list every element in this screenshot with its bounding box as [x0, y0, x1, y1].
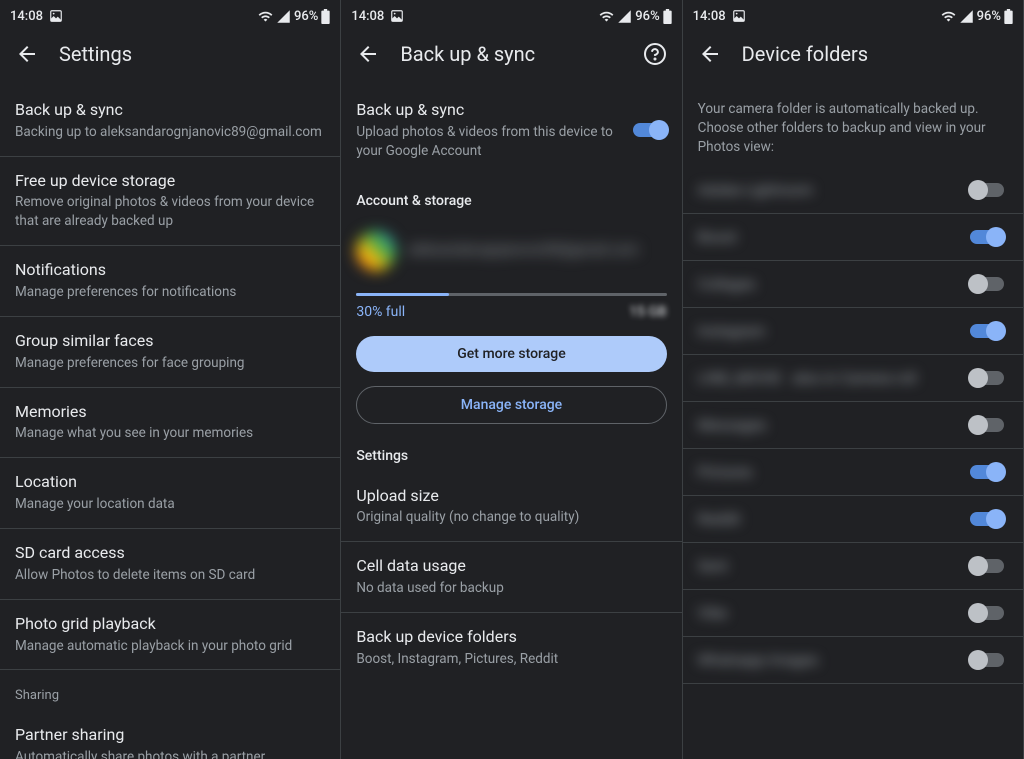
- status-bar: 14:08 96%: [683, 0, 1023, 28]
- wifi-icon: [599, 9, 614, 24]
- folder-item[interactable]: Adobe Lightroom: [683, 167, 1023, 214]
- folder-toggle[interactable]: [970, 324, 1004, 338]
- item-memories[interactable]: Memories Manage what you see in your mem…: [0, 388, 340, 459]
- page-title: Settings: [59, 42, 325, 66]
- storage-label: 30% full 15 GB: [341, 296, 681, 336]
- image-icon: [390, 9, 404, 23]
- section-sharing: Sharing: [0, 670, 340, 711]
- storage-bar: [356, 293, 666, 296]
- page-title: Device folders: [742, 42, 1008, 66]
- folder-label: Reddit: [698, 510, 970, 528]
- item-backup-toggle[interactable]: Back up & sync Upload photos & videos fr…: [341, 86, 681, 175]
- folder-label: Adobe Lightroom: [698, 181, 970, 199]
- folder-item[interactable]: Vibe: [683, 590, 1023, 637]
- item-free-storage[interactable]: Free up device storage Remove original p…: [0, 157, 340, 247]
- header: Settings: [0, 28, 340, 86]
- battery-icon: [1004, 9, 1013, 24]
- item-upload-size[interactable]: Upload size Original quality (no change …: [341, 472, 681, 543]
- folder-label: Collages: [698, 275, 970, 293]
- section-settings: Settings: [341, 438, 681, 472]
- folder-item[interactable]: LINE_MOVIE · also in Camera roll: [683, 355, 1023, 402]
- image-icon: [49, 9, 63, 23]
- backup-sync-toggle[interactable]: [633, 123, 667, 137]
- folder-item[interactable]: Instagram: [683, 308, 1023, 355]
- back-icon[interactable]: [15, 42, 39, 66]
- header: Device folders: [683, 28, 1023, 86]
- battery-text: 96%: [294, 9, 318, 24]
- image-icon: [732, 9, 746, 23]
- folder-item[interactable]: Sent: [683, 543, 1023, 590]
- battery-icon: [321, 9, 330, 24]
- folder-label: Whatsapp Images: [698, 651, 970, 669]
- battery-text: 96%: [635, 9, 659, 24]
- folder-label: Boost: [698, 228, 970, 246]
- folder-item[interactable]: Boost: [683, 214, 1023, 261]
- folder-toggle[interactable]: [970, 371, 1004, 385]
- back-icon[interactable]: [698, 42, 722, 66]
- folder-label: Vibe: [698, 604, 970, 622]
- clock: 14:08: [10, 9, 43, 24]
- folder-item[interactable]: Messages: [683, 402, 1023, 449]
- item-grid-playback[interactable]: Photo grid playback Manage automatic pla…: [0, 600, 340, 671]
- section-account: Account & storage: [341, 175, 681, 217]
- item-group-faces[interactable]: Group similar faces Manage preferences f…: [0, 317, 340, 388]
- folder-label: LINE_MOVIE · also in Camera roll: [698, 369, 970, 387]
- folder-item[interactable]: Collages: [683, 261, 1023, 308]
- account-row[interactable]: aleksandarognjanovic89@gmail.com: [341, 217, 681, 285]
- folder-item[interactable]: Whatsapp Images: [683, 637, 1023, 684]
- folder-item[interactable]: Pictures: [683, 449, 1023, 496]
- account-email: aleksandarognjanovic89@gmail.com: [408, 241, 666, 259]
- item-sd-card[interactable]: SD card access Allow Photos to delete it…: [0, 529, 340, 600]
- avatar: [356, 231, 396, 271]
- status-bar: 14:08 96%: [0, 0, 340, 28]
- help-icon[interactable]: [643, 42, 667, 66]
- clock: 14:08: [693, 9, 726, 24]
- item-device-folders[interactable]: Back up device folders Boost, Instagram,…: [341, 613, 681, 683]
- storage-percent: 30% full: [356, 304, 405, 320]
- item-location[interactable]: Location Manage your location data: [0, 458, 340, 529]
- storage-total: 15 GB: [629, 304, 666, 320]
- intro-text: Your camera folder is automatically back…: [683, 86, 1023, 167]
- battery-icon: [663, 9, 672, 24]
- signal-icon: [276, 9, 291, 24]
- folder-label: Messages: [698, 416, 970, 434]
- item-backup-sync[interactable]: Back up & sync Backing up to aleksandaro…: [0, 86, 340, 157]
- header: Back up & sync: [341, 28, 681, 86]
- back-icon[interactable]: [356, 42, 380, 66]
- folder-toggle[interactable]: [970, 465, 1004, 479]
- folder-toggle[interactable]: [970, 606, 1004, 620]
- battery-text: 96%: [977, 9, 1001, 24]
- folder-toggle[interactable]: [970, 512, 1004, 526]
- manage-storage-button[interactable]: Manage storage: [356, 386, 666, 424]
- folder-toggle[interactable]: [970, 653, 1004, 667]
- folder-toggle[interactable]: [970, 277, 1004, 291]
- folder-toggle[interactable]: [970, 559, 1004, 573]
- folder-toggle[interactable]: [970, 230, 1004, 244]
- folder-toggle[interactable]: [970, 183, 1004, 197]
- folder-label: Pictures: [698, 463, 970, 481]
- clock: 14:08: [351, 9, 384, 24]
- item-cell-data[interactable]: Cell data usage No data used for backup: [341, 542, 681, 613]
- signal-icon: [617, 9, 632, 24]
- page-title: Back up & sync: [400, 42, 642, 66]
- wifi-icon: [941, 9, 956, 24]
- item-notifications[interactable]: Notifications Manage preferences for not…: [0, 246, 340, 317]
- status-bar: 14:08 96%: [341, 0, 681, 28]
- folder-label: Sent: [698, 557, 970, 575]
- wifi-icon: [258, 9, 273, 24]
- folder-item[interactable]: Reddit: [683, 496, 1023, 543]
- signal-icon: [959, 9, 974, 24]
- item-partner-sharing[interactable]: Partner sharing Automatically share phot…: [0, 711, 340, 759]
- folder-label: Instagram: [698, 322, 970, 340]
- get-more-storage-button[interactable]: Get more storage: [356, 336, 666, 372]
- folder-toggle[interactable]: [970, 418, 1004, 432]
